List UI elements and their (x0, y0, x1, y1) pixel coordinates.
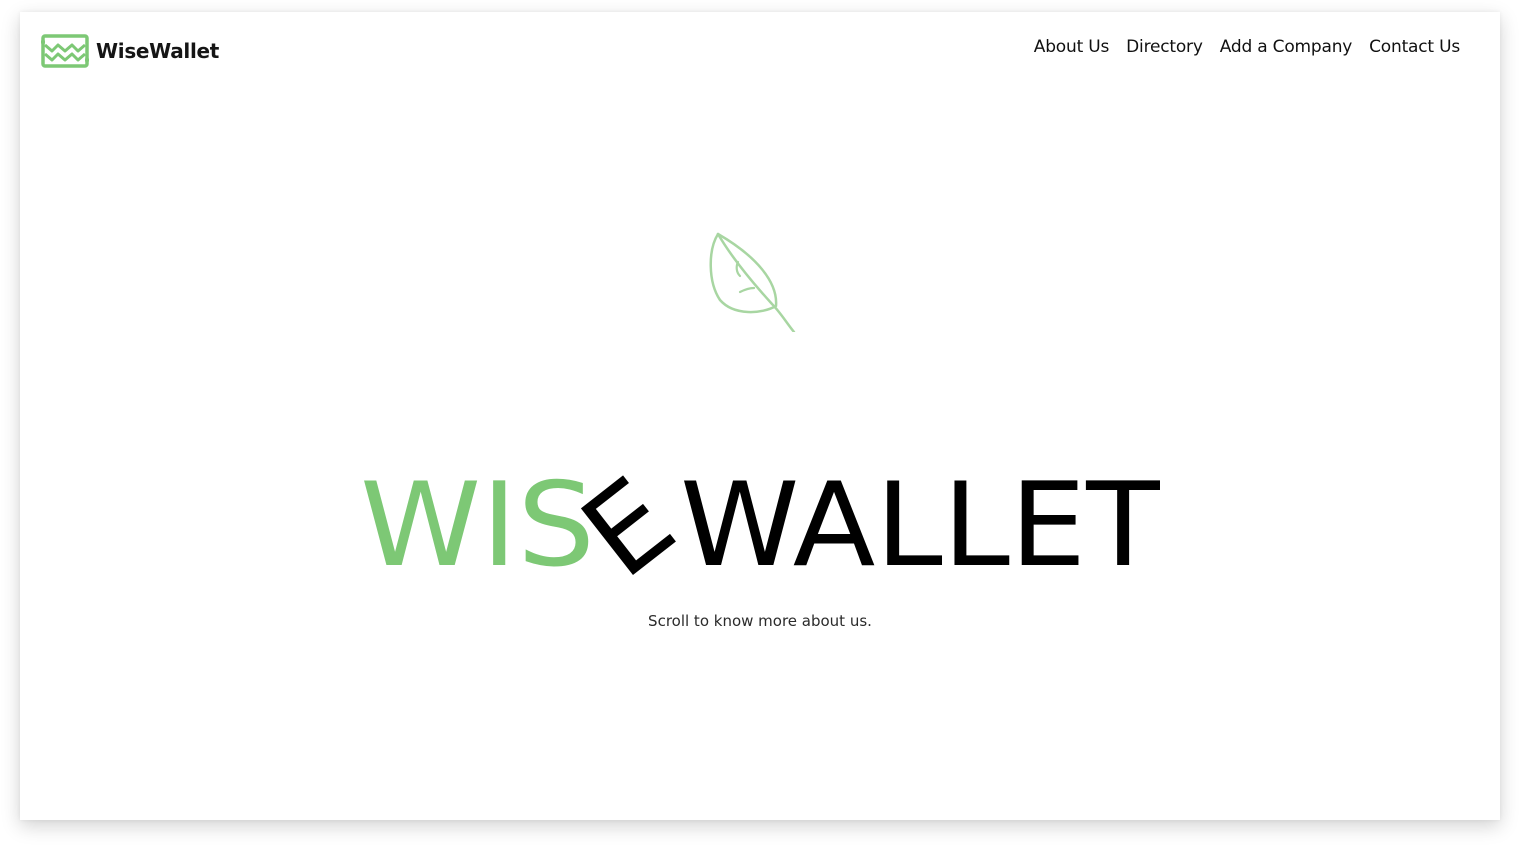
hero-word-wis: WIS (360, 462, 595, 593)
brand-name: WiseWallet (96, 39, 220, 63)
leaf-icon (709, 232, 796, 332)
hero-word-wallet: WALLET (680, 462, 1160, 593)
nav-link-contact-us[interactable]: Contact Us (1369, 37, 1460, 57)
nav-link-add-company[interactable]: Add a Company (1220, 37, 1353, 57)
wallet-wave-icon (41, 34, 89, 68)
brand-home-link[interactable]: WiseWallet (41, 34, 219, 68)
nav-link-about-us[interactable]: About Us (1034, 37, 1110, 57)
nav-links: About Us Directory Add a Company Contact… (1034, 37, 1460, 57)
top-navbar: WiseWallet About Us Directory Add a Comp… (20, 12, 1500, 92)
hero-wordmark: WIS E WALLET (360, 462, 1160, 597)
browser-page: WiseWallet About Us Directory Add a Comp… (20, 12, 1500, 820)
nav-link-directory[interactable]: Directory (1126, 37, 1203, 57)
scroll-hint: Scroll to know more about us. (648, 612, 872, 630)
